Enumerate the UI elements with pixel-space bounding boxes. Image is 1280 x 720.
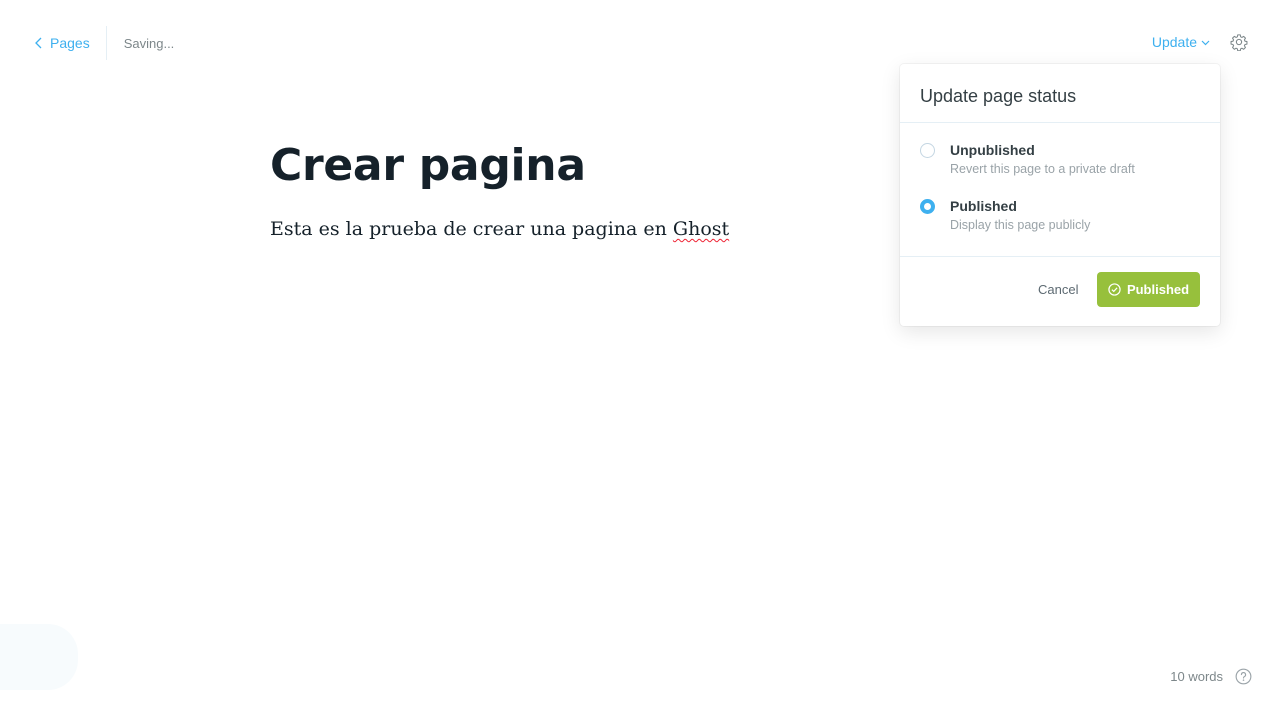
- chevron-left-icon: [35, 37, 42, 49]
- misspelled-word: Ghost: [672, 218, 730, 240]
- published-button[interactable]: Published: [1097, 272, 1200, 307]
- body-text: Esta es la prueba de crear una pagina en: [270, 218, 673, 240]
- popover-title: Update page status: [920, 86, 1077, 106]
- header-divider: [105, 26, 107, 60]
- popover-divider-top: [900, 122, 1220, 123]
- option-label: Published: [950, 198, 1017, 214]
- word-count: 10 words: [1170, 669, 1223, 684]
- save-status: Saving...: [123, 35, 175, 51]
- option-description: Display this page publicly: [950, 218, 1091, 232]
- option-description: Revert this page to a private draft: [950, 162, 1135, 176]
- update-label: Update: [1151, 34, 1197, 50]
- unpublished-radio[interactable]: [920, 143, 935, 158]
- page-body[interactable]: Esta es la prueba de crear una pagina en…: [270, 218, 729, 240]
- back-link-label: Pages: [50, 35, 90, 51]
- option-label: Unpublished: [950, 142, 1035, 158]
- editor-page: Pages Saving... Update Crear pagina Esta…: [0, 0, 1280, 720]
- cancel-button[interactable]: Cancel: [1038, 282, 1078, 297]
- page-title[interactable]: Crear pagina: [270, 140, 586, 191]
- chevron-down-icon: [1201, 40, 1210, 46]
- check-circle-icon: [1108, 283, 1121, 296]
- update-status-popover: Update page status Unpublished Revert th…: [900, 64, 1220, 326]
- published-radio[interactable]: [920, 199, 935, 214]
- back-to-pages-link[interactable]: Pages: [34, 26, 106, 60]
- update-dropdown-button[interactable]: Update: [1152, 34, 1210, 50]
- popover-divider-bottom: [900, 256, 1220, 257]
- corner-decoration: [0, 624, 78, 690]
- help-icon[interactable]: [1235, 668, 1252, 685]
- header-right: Update: [1152, 30, 1248, 54]
- gear-icon[interactable]: [1230, 33, 1248, 51]
- published-button-label: Published: [1126, 282, 1190, 297]
- header-left: Pages Saving...: [34, 26, 174, 60]
- editor-footer: 10 words: [1170, 668, 1252, 685]
